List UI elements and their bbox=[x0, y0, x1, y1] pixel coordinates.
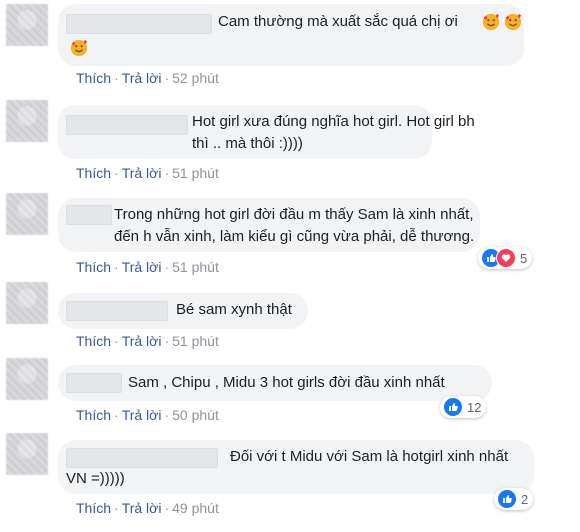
comment-text: Sam , Chipu , Midu 3 hot girls đời đầu x… bbox=[128, 374, 445, 391]
like-link[interactable]: Thích bbox=[76, 333, 111, 349]
commenter-name[interactable] bbox=[66, 448, 218, 468]
comment-bubble: Sam , Chipu , Midu 3 hot girls đời đầu x… bbox=[58, 365, 492, 401]
reaction-count: 5 bbox=[520, 250, 528, 266]
avatar[interactable] bbox=[6, 193, 48, 235]
comment-text: Đối với t Midu với Sam là hotgirl xinh n… bbox=[230, 448, 509, 465]
reply-link[interactable]: Trả lời bbox=[122, 70, 162, 86]
smiling-face-with-hearts-icon bbox=[482, 13, 500, 31]
avatar[interactable] bbox=[6, 433, 48, 475]
smiling-face-with-hearts-icon bbox=[70, 39, 88, 57]
comment-actions: Thích · Trả lời · 51 phút bbox=[76, 333, 219, 349]
love-icon bbox=[496, 248, 516, 268]
like-link[interactable]: Thích bbox=[76, 70, 111, 86]
like-link[interactable]: Thích bbox=[76, 407, 111, 423]
comment-bubble: Đối với t Midu với Sam là hotgirl xinh n… bbox=[58, 440, 534, 494]
comment-time[interactable]: 51 phút bbox=[172, 333, 219, 349]
comment-text: thì .. mà thôi :)))) bbox=[192, 135, 303, 152]
comment-actions: Thích · Trả lời · 50 phút bbox=[76, 407, 219, 423]
comment-text: đến h vẫn xinh, làm kiểu gì cũng vừa phả… bbox=[114, 228, 475, 245]
like-icon bbox=[443, 397, 463, 417]
avatar[interactable] bbox=[6, 358, 48, 400]
like-link[interactable]: Thích bbox=[76, 500, 111, 516]
comment-bubble: Bé sam xynh thật bbox=[58, 293, 308, 329]
comment-text: Bé sam xynh thật bbox=[176, 301, 292, 318]
comment-actions: Thích · Trả lời · 51 phút bbox=[76, 165, 219, 181]
comment-text: Cam thường mà xuất sắc quá chị ơi bbox=[218, 13, 458, 30]
comment-bubble: Trong những hot girl đời đầu m thấy Sam … bbox=[58, 198, 480, 252]
commenter-name[interactable] bbox=[66, 115, 188, 135]
reaction-count: 2 bbox=[521, 491, 529, 507]
avatar[interactable] bbox=[6, 282, 48, 324]
reply-link[interactable]: Trả lời bbox=[122, 333, 162, 349]
comment-time[interactable]: 52 phút bbox=[172, 70, 219, 86]
commenter-name[interactable] bbox=[66, 205, 112, 225]
reply-link[interactable]: Trả lời bbox=[122, 407, 162, 423]
reply-link[interactable]: Trả lời bbox=[122, 259, 162, 275]
commenter-name[interactable] bbox=[66, 373, 122, 393]
reply-link[interactable]: Trả lời bbox=[122, 500, 162, 516]
comment-time[interactable]: 51 phút bbox=[172, 165, 219, 181]
reaction-count: 12 bbox=[467, 399, 482, 415]
like-link[interactable]: Thích bbox=[76, 259, 111, 275]
commenter-name[interactable] bbox=[66, 301, 168, 321]
comment-actions: Thích · Trả lời · 52 phút bbox=[76, 70, 219, 86]
reaction-summary[interactable]: 2 bbox=[494, 488, 534, 510]
comment-text: Trong những hot girl đời đầu m thấy Sam … bbox=[114, 206, 474, 223]
smiling-face-with-hearts-icon bbox=[504, 13, 522, 31]
reaction-summary[interactable]: 12 bbox=[440, 396, 487, 418]
reaction-summary[interactable]: 5 bbox=[478, 247, 533, 269]
avatar[interactable] bbox=[6, 100, 48, 142]
commenter-name[interactable] bbox=[66, 14, 212, 34]
comment-time[interactable]: 51 phút bbox=[172, 259, 219, 275]
comment-time[interactable]: 49 phút bbox=[172, 500, 219, 516]
reply-link[interactable]: Trả lời bbox=[122, 165, 162, 181]
comment-text: VN =))))) bbox=[66, 470, 125, 487]
comment-bubble: Hot girl xưa đúng nghĩa hot girl. Hot gi… bbox=[58, 105, 475, 159]
comment-text: Hot girl xưa đúng nghĩa hot girl. Hot gi… bbox=[192, 113, 475, 130]
comment-actions: Thích · Trả lời · 49 phút bbox=[76, 500, 219, 516]
comment-actions: Thích · Trả lời · 51 phút bbox=[76, 259, 219, 275]
like-link[interactable]: Thích bbox=[76, 165, 111, 181]
like-icon bbox=[497, 489, 517, 509]
avatar[interactable] bbox=[6, 4, 48, 46]
comment-bubble: Cam thường mà xuất sắc quá chị ơi bbox=[58, 4, 524, 66]
comment-time[interactable]: 50 phút bbox=[172, 407, 219, 423]
